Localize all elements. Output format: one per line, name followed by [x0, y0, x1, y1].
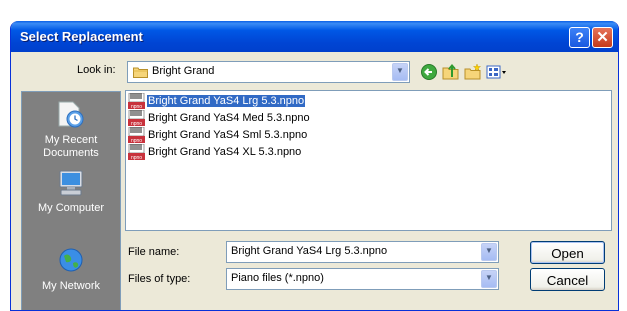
select-replacement-dialog: Select Replacement ? ✕ Look in: Bright G… [10, 21, 619, 311]
file-name-field[interactable]: Bright Grand YaS4 Lrg 5.3.npno ▼ [226, 241, 499, 263]
window-title: Select Replacement [20, 29, 143, 44]
files-of-type-dropdown[interactable]: Piano files (*.npno) ▼ [226, 268, 499, 290]
npno-file-icon: npno [128, 127, 145, 143]
file-name: Bright Grand YaS4 Lrg 5.3.npno [147, 95, 306, 107]
places-bar: My Recent Documents My Computer My Netwo… [21, 91, 121, 310]
files-of-type-label: Files of type: [128, 273, 191, 285]
npno-file-icon: npno [128, 93, 145, 109]
npno-file-icon: npno [128, 110, 145, 126]
new-folder-icon[interactable] [464, 63, 482, 81]
look-in-value: Bright Grand [152, 65, 215, 77]
back-icon[interactable] [420, 63, 438, 81]
open-button[interactable]: Open [530, 241, 605, 264]
file-name: Bright Grand YaS4 Med 5.3.npno [148, 112, 310, 124]
svg-text:npno: npno [131, 138, 142, 143]
recent-documents-icon [58, 101, 84, 128]
up-folder-icon[interactable] [442, 63, 460, 81]
folder-icon [133, 67, 148, 78]
place-label: My Network [41, 280, 101, 292]
files-of-type-value: Piano files (*.npno) [231, 272, 324, 284]
svg-text:npno: npno [131, 121, 142, 126]
look-in-label: Look in: [77, 64, 116, 76]
npno-file-icon: npno [128, 144, 145, 160]
chevron-down-icon[interactable]: ▼ [481, 243, 497, 261]
file-name: Bright Grand YaS4 XL 5.3.npno [148, 146, 302, 158]
svg-text:npno: npno [131, 155, 142, 160]
file-name-value: Bright Grand YaS4 Lrg 5.3.npno [231, 245, 388, 257]
help-button[interactable]: ? [569, 27, 590, 48]
file-name-label: File name: [128, 246, 180, 258]
cancel-button[interactable]: Cancel [530, 268, 605, 291]
place-label: My Computer [37, 202, 105, 214]
chevron-down-icon[interactable]: ▼ [481, 270, 497, 288]
look-in-dropdown[interactable]: Bright Grand ▼ [127, 61, 410, 83]
close-button[interactable]: ✕ [592, 27, 613, 48]
my-computer-icon [59, 170, 83, 196]
file-name: Bright Grand YaS4 Sml 5.3.npno [148, 129, 308, 141]
file-list[interactable]: npno Bright Grand YaS4 Lrg 5.3.npno npno… [125, 90, 612, 231]
place-my-recent-documents[interactable]: My Recent Documents [22, 92, 120, 162]
place-my-computer[interactable]: My Computer [22, 164, 120, 226]
view-menu-icon[interactable] [486, 63, 508, 81]
place-label: My Recent Documents [43, 134, 99, 159]
title-bar[interactable]: Select Replacement ? ✕ [11, 21, 618, 52]
svg-text:npno: npno [131, 104, 142, 109]
network-icon [59, 248, 83, 272]
chevron-down-icon[interactable]: ▼ [392, 63, 408, 81]
place-my-network[interactable]: My Network [22, 242, 120, 302]
